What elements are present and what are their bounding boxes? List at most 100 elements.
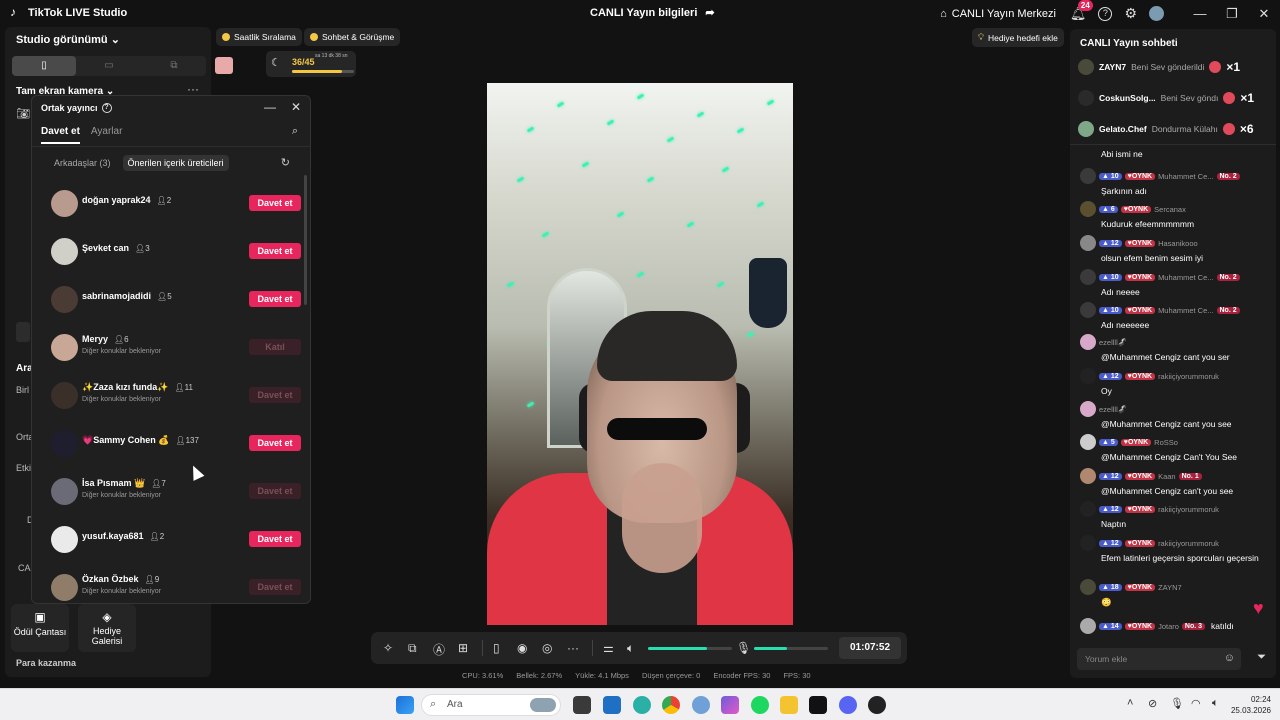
avatar[interactable] xyxy=(1080,201,1096,217)
discord-icon[interactable] xyxy=(839,696,857,714)
dual-option[interactable]: ⧉ xyxy=(142,56,206,76)
message-user[interactable]: ezellll🦨 xyxy=(1099,405,1127,414)
message-user[interactable]: Kaan xyxy=(1158,472,1176,481)
message-user[interactable]: rakiiçiyorummoruk xyxy=(1158,539,1219,548)
message-user[interactable]: Sercanax xyxy=(1154,205,1186,214)
goal-widget[interactable]: ☾ 36/45 sa 13 dk 38 sn xyxy=(266,51,356,77)
avatar[interactable] xyxy=(51,334,78,361)
popup-scrollbar[interactable] xyxy=(304,175,307,305)
avatar[interactable] xyxy=(1080,269,1096,285)
portrait-option[interactable]: ▯ xyxy=(12,56,76,76)
avatar[interactable] xyxy=(1080,302,1096,318)
live-center-button[interactable]: ⌂ CANLI Yayın Merkezi xyxy=(940,8,1056,20)
outlook-icon[interactable] xyxy=(603,696,621,714)
avatar[interactable] xyxy=(51,574,78,601)
avatar[interactable] xyxy=(51,286,78,313)
avatar[interactable] xyxy=(1080,618,1096,634)
ai-icon[interactable]: Ⓐ xyxy=(433,641,445,658)
message-user[interactable]: ZAYN7 xyxy=(1158,583,1182,592)
landscape-option[interactable]: ▭ xyxy=(77,56,141,76)
phone-icon[interactable]: ▯ xyxy=(493,641,500,655)
gift-goal-button[interactable]: 💡︎ Hediye hedefi ekle xyxy=(972,28,1064,47)
gift-gallery-button[interactable]: ◈ Hediye Galerisi xyxy=(78,604,136,652)
notification-button[interactable]: 🔔︎ 24 xyxy=(1070,0,1093,23)
message-user[interactable]: rakiiçiyorummoruk xyxy=(1158,372,1219,381)
invite-button[interactable]: Davet et xyxy=(249,195,301,211)
edge-icon[interactable] xyxy=(633,696,651,714)
speaker-icon[interactable]: 🔈︎ xyxy=(627,641,634,656)
more-icon[interactable]: ··· xyxy=(567,641,579,655)
search-icon[interactable]: ⌕ xyxy=(292,125,298,138)
message-user[interactable]: rakiiçiyorummoruk xyxy=(1158,505,1219,514)
profile-avatar[interactable] xyxy=(1149,6,1164,21)
invite-button[interactable]: Davet et xyxy=(249,531,301,547)
studio-view-dropdown[interactable]: Studio görünümü ⌄ xyxy=(16,33,120,46)
avatar[interactable] xyxy=(51,382,78,409)
magic-wand-icon[interactable]: ✧ xyxy=(383,641,393,655)
popup-minimize-icon[interactable]: — xyxy=(264,100,276,114)
chrome-icon[interactable] xyxy=(662,696,680,714)
tab-invite[interactable]: Davet et xyxy=(41,126,80,144)
capture-icon[interactable]: ◎ xyxy=(542,641,552,655)
file-explorer-icon[interactable] xyxy=(780,696,798,714)
gift-box-icon[interactable] xyxy=(215,57,233,74)
avatar[interactable] xyxy=(51,478,78,505)
reward-bag-button[interactable]: ▣ Ödül Çantası xyxy=(11,604,69,652)
invite-button[interactable]: Davet et xyxy=(249,387,301,403)
avatar[interactable] xyxy=(1080,434,1096,450)
popup-help-icon[interactable]: ? xyxy=(101,103,112,113)
avatar[interactable] xyxy=(1080,535,1096,551)
taskbar-clock[interactable]: 02:24 25.03.2026 xyxy=(1231,694,1271,716)
effects-icon[interactable]: ⧉ xyxy=(408,641,417,656)
avatar[interactable] xyxy=(51,190,78,217)
avatar[interactable] xyxy=(1080,579,1096,595)
avatar[interactable] xyxy=(1080,368,1096,384)
side-button[interactable] xyxy=(16,322,30,342)
invite-button[interactable]: Davet et xyxy=(249,579,301,595)
subtab-suggested[interactable]: Önerilen içerik üreticileri xyxy=(122,155,229,171)
message-user[interactable]: Hasanikooo xyxy=(1158,239,1198,248)
message-user[interactable]: Jotaro xyxy=(1158,622,1179,631)
task-view-icon[interactable] xyxy=(573,696,591,714)
hourly-ranking-chip[interactable]: Saatlik Sıralama xyxy=(216,28,302,46)
help-icon[interactable]: ? xyxy=(1098,6,1113,21)
settings-gear-icon[interactable]: ⚙ xyxy=(1124,5,1137,22)
app-icon[interactable] xyxy=(868,696,886,714)
avatar[interactable] xyxy=(1078,90,1094,106)
record-icon[interactable]: ◉ xyxy=(517,641,527,655)
settings-app-icon[interactable] xyxy=(692,696,710,714)
mic-slider[interactable] xyxy=(754,647,828,650)
volume-slider[interactable] xyxy=(648,647,732,650)
avatar[interactable] xyxy=(51,430,78,457)
avatar[interactable] xyxy=(51,526,78,553)
subtab-friends[interactable]: Arkadaşlar (3) xyxy=(49,155,116,171)
avatar[interactable] xyxy=(1078,59,1094,75)
message-user[interactable]: Muhammet Ce... xyxy=(1158,306,1213,315)
avatar[interactable] xyxy=(1078,121,1094,137)
camera-icon[interactable]: 📷︎ xyxy=(16,107,30,120)
taskbar-search[interactable]: ⌕ Ara xyxy=(421,694,561,716)
maximize-icon[interactable]: ❐ xyxy=(1216,6,1248,22)
spotify-icon[interactable] xyxy=(751,696,769,714)
tray-network-off-icon[interactable]: ⊘ xyxy=(1148,697,1157,710)
emoji-icon[interactable]: ☺ xyxy=(1224,652,1235,664)
invite-button[interactable]: Davet et xyxy=(249,291,301,307)
tab-settings[interactable]: Ayarlar xyxy=(91,126,123,144)
chat-meet-chip[interactable]: Sohbet & Görüşme xyxy=(304,28,401,46)
tray-mic-icon[interactable]: 🎙︎ xyxy=(1170,697,1184,710)
avatar[interactable] xyxy=(1080,334,1096,350)
tray-wifi-icon[interactable]: ◠ xyxy=(1191,697,1201,710)
tray-chevron-icon[interactable]: ˄ xyxy=(1127,697,1133,709)
tiktok-app-icon[interactable] xyxy=(809,696,827,714)
avatar[interactable] xyxy=(1080,168,1096,184)
popup-close-icon[interactable]: ✕ xyxy=(291,100,301,114)
avatar[interactable] xyxy=(1080,468,1096,484)
invite-button[interactable]: Davet et xyxy=(249,243,301,259)
comment-input[interactable]: Yorum ekle ☺ xyxy=(1077,648,1241,670)
copilot-icon[interactable] xyxy=(721,696,739,714)
tray-volume-icon[interactable]: 🔈︎ xyxy=(1212,697,1219,710)
live-info-button[interactable]: CANLI Yayın bilgileri ➦ xyxy=(590,6,715,20)
message-user[interactable]: Muhammet Ce... xyxy=(1158,273,1213,282)
message-user[interactable]: RoSSo xyxy=(1154,438,1178,447)
mic-icon[interactable]: 🎙︎ xyxy=(736,641,751,655)
